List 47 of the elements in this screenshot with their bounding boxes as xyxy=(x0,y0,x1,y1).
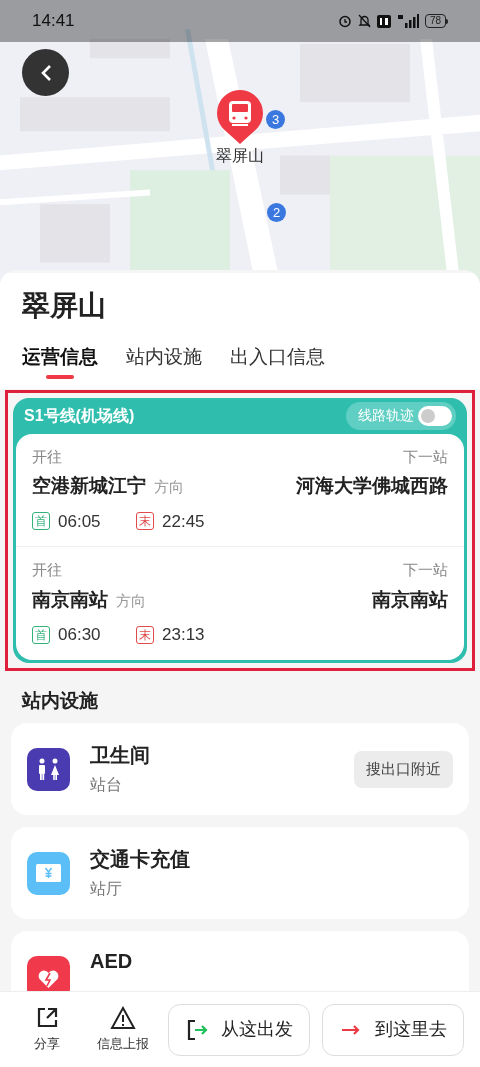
first-train-badge: 首 xyxy=(32,625,50,644)
first-train-time: 06:05 xyxy=(58,510,102,533)
last-train-time: 22:45 xyxy=(162,510,205,533)
facility-name: 卫生间 xyxy=(90,743,151,768)
share-icon xyxy=(35,1005,59,1030)
destination: 南京南站 xyxy=(32,587,108,612)
report-button[interactable]: 信息上报 xyxy=(90,1005,156,1054)
section-heading: 站内设施 xyxy=(20,688,99,713)
search-exit-button[interactable]: 搜出口附近 xyxy=(354,750,453,788)
direction-suffix: 方向 xyxy=(116,590,146,611)
first-train-badge: 首 xyxy=(32,512,50,531)
tab[interactable]: 运营信息 xyxy=(22,343,98,379)
destination: 空港新城江宁 xyxy=(32,474,146,498)
heading-label: 开往 xyxy=(32,560,62,580)
heading-label: 开往 xyxy=(32,446,62,467)
last-train-badge: 末 xyxy=(136,512,154,531)
facility-location: 站台 xyxy=(90,775,123,795)
first-train-time: 06:30 xyxy=(58,624,102,646)
facility-name: AED xyxy=(90,949,134,974)
warning-icon xyxy=(110,1005,136,1030)
last-train-time: 23:13 xyxy=(162,624,205,646)
direction-suffix: 方向 xyxy=(154,477,184,497)
facility-card[interactable]: AED xyxy=(11,931,469,991)
marker-label: 翠屏山 xyxy=(216,146,264,166)
next-station-label: 下一站 xyxy=(403,560,448,580)
facility-location: 站厅 xyxy=(90,879,123,899)
exit-arrow-icon xyxy=(185,1017,209,1042)
battery-icon: 78 xyxy=(424,14,448,28)
tab[interactable]: 站内设施 xyxy=(126,343,202,379)
next-station: 河海大学佛城西路 xyxy=(296,474,448,498)
facility-name: 交通卡充值 xyxy=(90,847,191,872)
status-time: 14:41 xyxy=(32,10,75,33)
bell-off-icon xyxy=(357,14,371,28)
share-button[interactable]: 分享 xyxy=(16,1005,78,1054)
alarm-icon xyxy=(337,14,352,28)
last-train-badge: 末 xyxy=(136,625,154,644)
next-station-label: 下一站 xyxy=(403,446,448,467)
facility-card[interactable]: 交通卡充值 站厅 xyxy=(11,827,469,919)
go-here-button[interactable]: 到这里去 xyxy=(322,1003,464,1056)
signal-icon xyxy=(396,14,419,28)
line-name: S1号线(机场线) xyxy=(24,405,135,426)
tab[interactable]: 出入口信息 xyxy=(230,343,325,379)
depart-button[interactable]: 从这出发 xyxy=(168,1003,310,1056)
train-marker-icon xyxy=(215,88,265,146)
station-title: 翠屏山 xyxy=(22,289,107,323)
next-station: 南京南站 xyxy=(372,587,448,612)
facility-card[interactable]: 卫生间 站台 搜出口附近 xyxy=(11,723,469,815)
